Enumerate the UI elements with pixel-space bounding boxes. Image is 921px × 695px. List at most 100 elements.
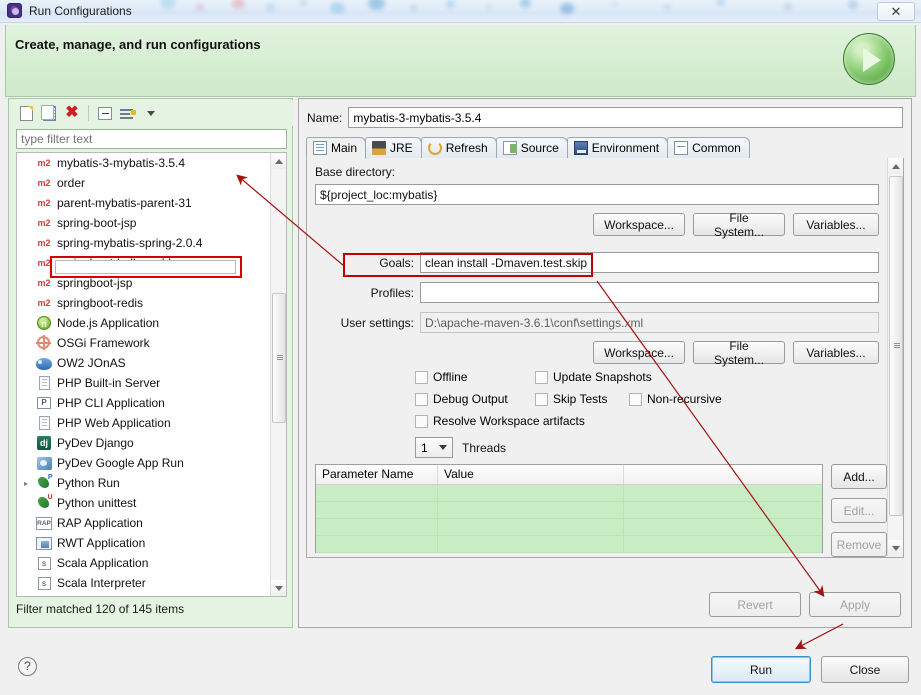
- tree-item[interactable]: n Node.js Application: [17, 313, 271, 333]
- tree-item[interactable]: RAP RAP Application: [17, 513, 271, 533]
- tree-item-label: mybatis-3-mybatis-3.5.4: [57, 156, 186, 170]
- tree-scrollbar[interactable]: [270, 153, 286, 596]
- update-snapshots-label: Update Snapshots: [553, 370, 652, 384]
- tree-item[interactable]: ▸ P Python Run: [17, 473, 271, 493]
- param-table-row[interactable]: [316, 485, 822, 502]
- run-button[interactable]: Run: [711, 656, 811, 683]
- close-button[interactable]: Close: [821, 656, 909, 683]
- configurations-tree[interactable]: m2 mybatis-3-mybatis-3.5.4 m2 order m2 parent…: [16, 152, 287, 597]
- tab-source[interactable]: Source: [495, 137, 568, 158]
- non-recursive-checkbox-row[interactable]: Non-recursive: [629, 392, 722, 406]
- tree-item-label: order: [57, 176, 86, 190]
- tree-item[interactable]: PyDev Google App Run: [17, 453, 271, 473]
- parameters-table[interactable]: Parameter Name Value: [315, 464, 823, 553]
- param-table-cell: [438, 502, 624, 518]
- python-icon: P: [36, 474, 53, 491]
- filter-input[interactable]: [16, 129, 287, 149]
- debug-output-checkbox[interactable]: [415, 392, 428, 406]
- skip-tests-checkbox-row[interactable]: Skip Tests: [535, 392, 607, 406]
- tree-item[interactable]: P PHP CLI Application: [17, 393, 271, 413]
- param-table-row[interactable]: [316, 502, 822, 519]
- content-scrollbar[interactable]: [887, 158, 903, 556]
- non-recursive-checkbox[interactable]: [629, 392, 642, 406]
- param-table-row[interactable]: [316, 519, 822, 536]
- window-close-button[interactable]: ✕: [877, 2, 915, 21]
- edit-parameter-button[interactable]: Edit...: [831, 498, 887, 523]
- tree-scroll-down-arrow[interactable]: [271, 580, 286, 596]
- user-settings-file-system-button[interactable]: File System...: [693, 339, 785, 367]
- profiles-input[interactable]: [420, 282, 879, 303]
- tree-item[interactable]: dj PyDev Django: [17, 433, 271, 453]
- tree-item[interactable]: m2 spring-mybatis-spring-2.0.4: [17, 233, 271, 253]
- resolve-workspace-artifacts-checkbox[interactable]: [415, 414, 428, 428]
- param-table-row[interactable]: [316, 536, 822, 553]
- configuration-editor-panel: Name: Main JRE Refresh Source Environment Com…: [298, 98, 912, 628]
- tree-item[interactable]: s Scala Application: [17, 553, 271, 573]
- collapse-all-icon[interactable]: [95, 103, 115, 123]
- content-scrollbar-thumb[interactable]: [889, 176, 903, 516]
- offline-label: Offline: [433, 370, 468, 384]
- run-play-icon: [843, 33, 895, 85]
- phpcli-icon: P: [36, 395, 52, 411]
- remove-parameter-button[interactable]: Remove: [831, 532, 887, 557]
- tree-item[interactable]: m2 springboot-redis: [17, 293, 271, 313]
- base-directory-input[interactable]: [315, 184, 879, 205]
- new-launch-configuration-icon[interactable]: [16, 103, 36, 123]
- filter-configurations-icon[interactable]: [118, 103, 138, 123]
- user-settings-workspace-button[interactable]: Workspace...: [593, 341, 685, 364]
- tree-toolbar: ✖: [10, 100, 293, 126]
- tree-item[interactable]: m2 parent-mybatis-parent-31: [17, 193, 271, 213]
- tree-item[interactable]: m2 mybatis-3-mybatis-3.5.4: [17, 153, 271, 173]
- threads-select[interactable]: 1: [415, 437, 453, 458]
- skip-tests-checkbox[interactable]: [535, 392, 548, 406]
- add-parameter-button[interactable]: Add...: [831, 464, 887, 489]
- param-column-header[interactable]: Value: [438, 465, 624, 484]
- tree-item[interactable]: OSGi Framework: [17, 333, 271, 353]
- main-tab-content: Base directory: Workspace... File System…: [306, 158, 904, 558]
- tree-item-list: m2 mybatis-3-mybatis-3.5.4 m2 order m2 parent…: [17, 153, 271, 593]
- tree-item[interactable]: m2 order: [17, 173, 271, 193]
- tree-item[interactable]: OW2 JOnAS: [17, 353, 271, 373]
- user-settings-variables-button[interactable]: Variables...: [793, 341, 879, 364]
- tab-jre[interactable]: JRE: [365, 137, 422, 158]
- tree-item[interactable]: m2 spring-boot-jsp: [17, 213, 271, 233]
- tab-environment[interactable]: Environment: [566, 137, 669, 158]
- tab-main[interactable]: Main: [306, 137, 367, 159]
- param-column-header[interactable]: [624, 465, 822, 484]
- tree-scroll-up-arrow[interactable]: [271, 153, 286, 169]
- delete-configuration-icon[interactable]: ✖: [62, 103, 82, 123]
- tree-twisty-icon[interactable]: ▸: [21, 479, 31, 488]
- offline-checkbox[interactable]: [415, 370, 428, 384]
- debug-output-checkbox-row[interactable]: Debug Output: [415, 392, 508, 406]
- apply-button[interactable]: Apply: [809, 592, 901, 617]
- goals-input[interactable]: [420, 252, 879, 273]
- banner-title: Create, manage, and run configurations: [15, 37, 261, 52]
- view-menu-chevron-icon[interactable]: [141, 103, 161, 123]
- pygae-icon: [36, 455, 52, 471]
- tree-scrollbar-thumb[interactable]: [272, 293, 286, 423]
- tree-item[interactable]: m2 springboot-jsp: [17, 273, 271, 293]
- content-scroll-up-arrow[interactable]: [888, 158, 903, 174]
- tree-item[interactable]: s Scala Interpreter: [17, 573, 271, 593]
- tab-refresh[interactable]: Refresh: [420, 137, 497, 158]
- content-scroll-down-arrow[interactable]: [888, 540, 903, 556]
- tree-item[interactable]: U Python unittest: [17, 493, 271, 513]
- revert-button[interactable]: Revert: [709, 592, 801, 617]
- name-input[interactable]: [348, 107, 904, 128]
- duplicate-configuration-icon[interactable]: [39, 103, 59, 123]
- tree-item[interactable]: PHP Web Application: [17, 413, 271, 433]
- m2-icon: m2: [37, 198, 51, 208]
- update-snapshots-checkbox-row[interactable]: Update Snapshots: [535, 370, 652, 384]
- help-icon[interactable]: ?: [18, 657, 37, 676]
- base-dir-variables-button[interactable]: Variables...: [793, 213, 879, 236]
- param-column-header[interactable]: Parameter Name: [316, 465, 438, 484]
- tree-item[interactable]: PHP Built-in Server: [17, 373, 271, 393]
- tab-common[interactable]: Common: [667, 137, 750, 158]
- resolve-workspace-artifacts-checkbox-row[interactable]: Resolve Workspace artifacts: [415, 414, 585, 428]
- tree-item[interactable]: RWT Application: [17, 533, 271, 553]
- update-snapshots-checkbox[interactable]: [535, 370, 548, 384]
- base-dir-file-system-button[interactable]: File System...: [693, 211, 785, 239]
- user-settings-input[interactable]: [420, 312, 879, 333]
- offline-checkbox-row[interactable]: Offline: [415, 370, 467, 384]
- base-dir-workspace-button[interactable]: Workspace...: [593, 213, 685, 236]
